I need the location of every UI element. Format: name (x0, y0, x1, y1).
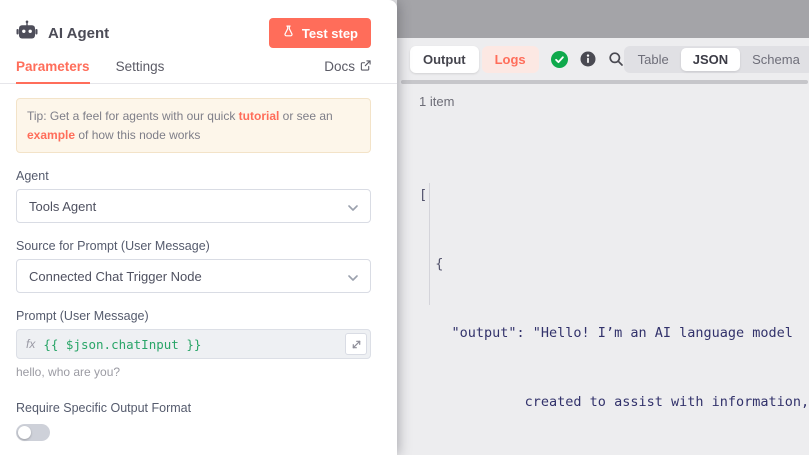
json-line: [ (419, 184, 809, 207)
json-line: { (419, 253, 809, 276)
tutorial-link[interactable]: tutorial (239, 109, 280, 123)
chevron-down-icon (348, 199, 358, 214)
items-count: 1 item (419, 94, 454, 109)
output-panel: Output Logs Table JSON Schema 1 item [ { (397, 0, 809, 455)
workflow-canvas-background (397, 0, 809, 38)
prompt-expression-field[interactable]: fx {{ $json.chatInput }} (16, 329, 371, 359)
tab-settings[interactable]: Settings (116, 59, 165, 83)
json-line: "output": "Hello! I’m an AI language mod… (419, 322, 809, 345)
robot-icon (16, 20, 38, 47)
tab-json[interactable]: JSON (681, 48, 740, 71)
source-select-value: Connected Chat Trigger Node (29, 269, 202, 284)
node-header: AI Agent Test step (16, 0, 371, 50)
docs-label: Docs (324, 59, 355, 74)
tab-logs[interactable]: Logs (482, 46, 539, 73)
success-check-icon (551, 51, 568, 68)
node-title: AI Agent (48, 25, 109, 42)
output-toolbar: Output Logs Table JSON Schema (410, 44, 804, 74)
tab-table[interactable]: Table (626, 48, 681, 71)
json-line: created to assist with information, (419, 391, 809, 414)
search-icon[interactable] (608, 51, 624, 67)
expression-fx-badge: fx (17, 337, 43, 351)
app-root: Output Logs Table JSON Schema 1 item [ { (0, 0, 809, 455)
require-output-label: Require Specific Output Format (16, 401, 371, 415)
test-step-button[interactable]: Test step (269, 18, 371, 48)
chevron-down-icon (348, 269, 358, 284)
agent-select[interactable]: Tools Agent (16, 189, 371, 223)
example-link[interactable]: example (27, 128, 75, 142)
horizontal-scrollbar[interactable] (401, 80, 808, 84)
source-select[interactable]: Connected Chat Trigger Node (16, 259, 371, 293)
prompt-field-label: Prompt (User Message) (16, 309, 371, 323)
agent-select-value: Tools Agent (29, 199, 96, 214)
toggle-knob (18, 426, 31, 439)
tip-text: of how this node works (75, 128, 200, 142)
info-icon[interactable] (580, 51, 596, 67)
tip-text: Tip: Get a feel for agents with our quic… (27, 109, 239, 123)
panel-tabs: Parameters Settings Docs (0, 54, 397, 84)
tab-output[interactable]: Output (410, 46, 479, 73)
json-output-view: [ { "output": "Hello! I’m an AI language… (419, 138, 809, 455)
tab-schema[interactable]: Schema (740, 48, 809, 71)
source-field-label: Source for Prompt (User Message) (16, 239, 371, 253)
tab-docs[interactable]: Docs (324, 59, 371, 83)
require-output-toggle[interactable] (16, 424, 50, 441)
external-link-icon (360, 59, 371, 74)
test-step-label: Test step (302, 26, 358, 41)
tab-parameters[interactable]: Parameters (16, 59, 90, 83)
tip-text: or see an (279, 109, 332, 123)
expression-preview: hello, who are you? (16, 365, 371, 379)
tip-banner: Tip: Get a feel for agents with our quic… (16, 98, 371, 153)
node-settings-panel: AI Agent Test step Parameters Settings D… (0, 0, 397, 455)
expand-expression-button[interactable] (345, 333, 367, 355)
view-mode-switcher: Table JSON Schema (624, 46, 809, 73)
agent-field-label: Agent (16, 169, 371, 183)
expression-code[interactable]: {{ $json.chatInput }} (43, 337, 345, 352)
flask-icon (282, 25, 295, 41)
